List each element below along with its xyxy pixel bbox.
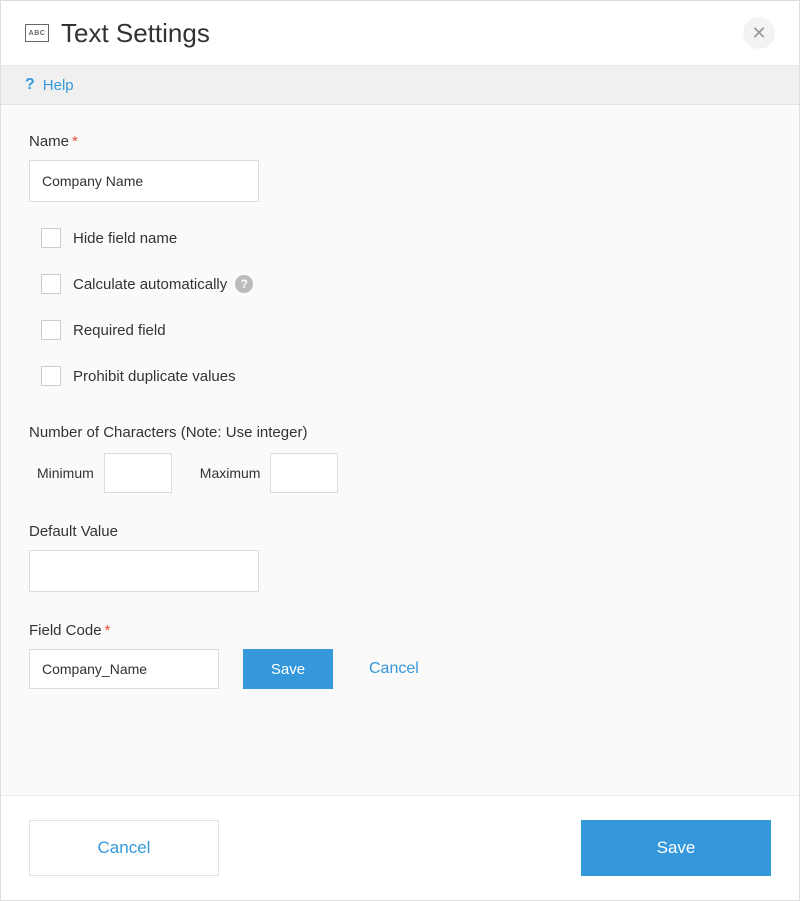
close-icon: ✕ <box>751 24 766 42</box>
required-field-checkbox[interactable] <box>41 320 61 340</box>
min-max-group: Minimum Maximum <box>37 453 771 493</box>
dialog-header: ABC Text Settings ✕ <box>1 1 799 66</box>
field-code-save-button[interactable]: Save <box>243 649 333 689</box>
text-settings-dialog: ABC Text Settings ✕ ? Help Name* Hide fi… <box>0 0 800 901</box>
name-label-text: Name <box>29 133 69 150</box>
number-of-characters-label: Number of Characters (Note: Use integer) <box>29 424 771 441</box>
field-code-label: Field Code* <box>29 622 771 639</box>
name-input[interactable] <box>29 160 259 202</box>
maximum-input[interactable] <box>270 453 338 493</box>
calculate-automatically-label: Calculate automatically <box>73 276 227 293</box>
info-icon[interactable]: ? <box>235 275 253 293</box>
field-code-input[interactable] <box>29 649 219 689</box>
name-section: Name* <box>29 133 771 202</box>
calculate-automatically-row: Calculate automatically ? <box>41 274 771 294</box>
default-value-label: Default Value <box>29 523 771 540</box>
help-link[interactable]: Help <box>43 77 74 94</box>
minimum-input[interactable] <box>104 453 172 493</box>
hide-field-name-label: Hide field name <box>73 230 177 247</box>
default-value-input[interactable] <box>29 550 259 592</box>
minimum-label: Minimum <box>37 465 94 481</box>
dialog-footer: Cancel Save <box>1 795 799 900</box>
field-code-section: Field Code* Save Cancel <box>29 622 771 689</box>
dialog-title: Text Settings <box>61 18 743 49</box>
cancel-button[interactable]: Cancel <box>29 820 219 876</box>
prohibit-duplicate-label: Prohibit duplicate values <box>73 368 236 385</box>
name-label: Name* <box>29 133 771 150</box>
required-asterisk: * <box>72 133 78 150</box>
prohibit-duplicate-checkbox[interactable] <box>41 366 61 386</box>
help-bar: ? Help <box>1 66 799 105</box>
number-of-characters-section: Number of Characters (Note: Use integer)… <box>29 424 771 493</box>
field-code-label-text: Field Code <box>29 622 102 639</box>
close-button[interactable]: ✕ <box>743 17 775 49</box>
maximum-label: Maximum <box>200 465 261 481</box>
required-asterisk: * <box>105 622 111 639</box>
field-code-row: Save Cancel <box>29 649 771 689</box>
field-code-cancel-button[interactable]: Cancel <box>357 652 431 686</box>
hide-field-name-checkbox[interactable] <box>41 228 61 248</box>
dialog-body: Name* Hide field name Calculate automati… <box>1 105 799 795</box>
text-field-icon: ABC <box>25 24 49 42</box>
prohibit-duplicate-row: Prohibit duplicate values <box>41 366 771 386</box>
calculate-automatically-checkbox[interactable] <box>41 274 61 294</box>
hide-field-name-row: Hide field name <box>41 228 771 248</box>
minimum-group: Minimum <box>37 453 172 493</box>
save-button[interactable]: Save <box>581 820 771 876</box>
required-field-row: Required field <box>41 320 771 340</box>
maximum-group: Maximum <box>200 453 339 493</box>
help-icon: ? <box>25 76 35 94</box>
default-value-section: Default Value <box>29 523 771 592</box>
required-field-label: Required field <box>73 322 166 339</box>
